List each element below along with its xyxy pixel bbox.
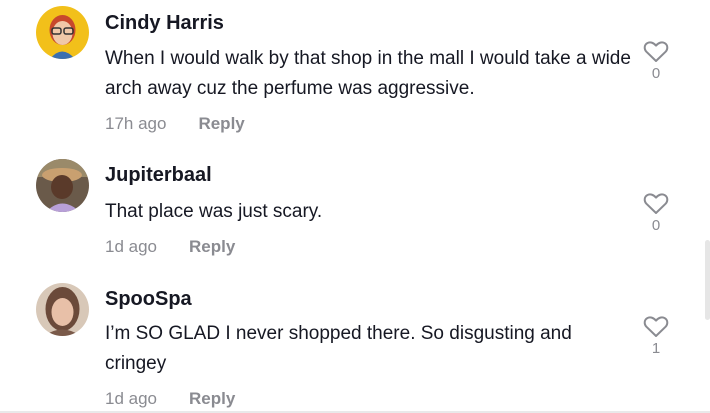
comment-text: When I would walk by that shop in the ma… [105,48,631,99]
comment-meta: 1d ago Reply [105,237,235,257]
scrollbar[interactable] [705,240,710,320]
like-count: 0 [651,65,661,82]
reply-button[interactable]: Reply [198,114,244,133]
avatar-image [36,283,89,336]
comment-time: 1d ago [105,237,157,256]
avatar[interactable] [36,6,89,59]
avatar-image [36,159,89,212]
reply-button[interactable]: Reply [189,389,235,408]
comment-text: That place was just scary. [105,201,323,222]
comment-text: I’m SO GLAD I never shopped there. So di… [105,323,572,374]
comment-meta: 17h ago Reply [105,114,245,134]
comment-meta: 1d ago Reply [105,389,235,409]
comment-username[interactable]: Jupiterbaal [105,164,212,187]
like-control: 1 [641,315,671,357]
like-control: 0 [641,40,671,82]
like-control: 0 [641,192,671,234]
heart-outline-icon[interactable] [643,40,669,64]
reply-button[interactable]: Reply [189,237,235,256]
heart-outline-icon[interactable] [643,315,669,339]
like-count: 1 [651,340,661,357]
heart-outline-icon[interactable] [643,192,669,216]
avatar[interactable] [36,159,89,212]
comment-username[interactable]: SpooSpa [105,288,192,311]
comment-time: 17h ago [105,114,167,133]
comment-time: 1d ago [105,389,157,408]
avatar[interactable] [36,283,89,336]
avatar-image [36,6,89,59]
like-count: 0 [651,217,661,234]
comment-username[interactable]: Cindy Harris [105,12,224,35]
